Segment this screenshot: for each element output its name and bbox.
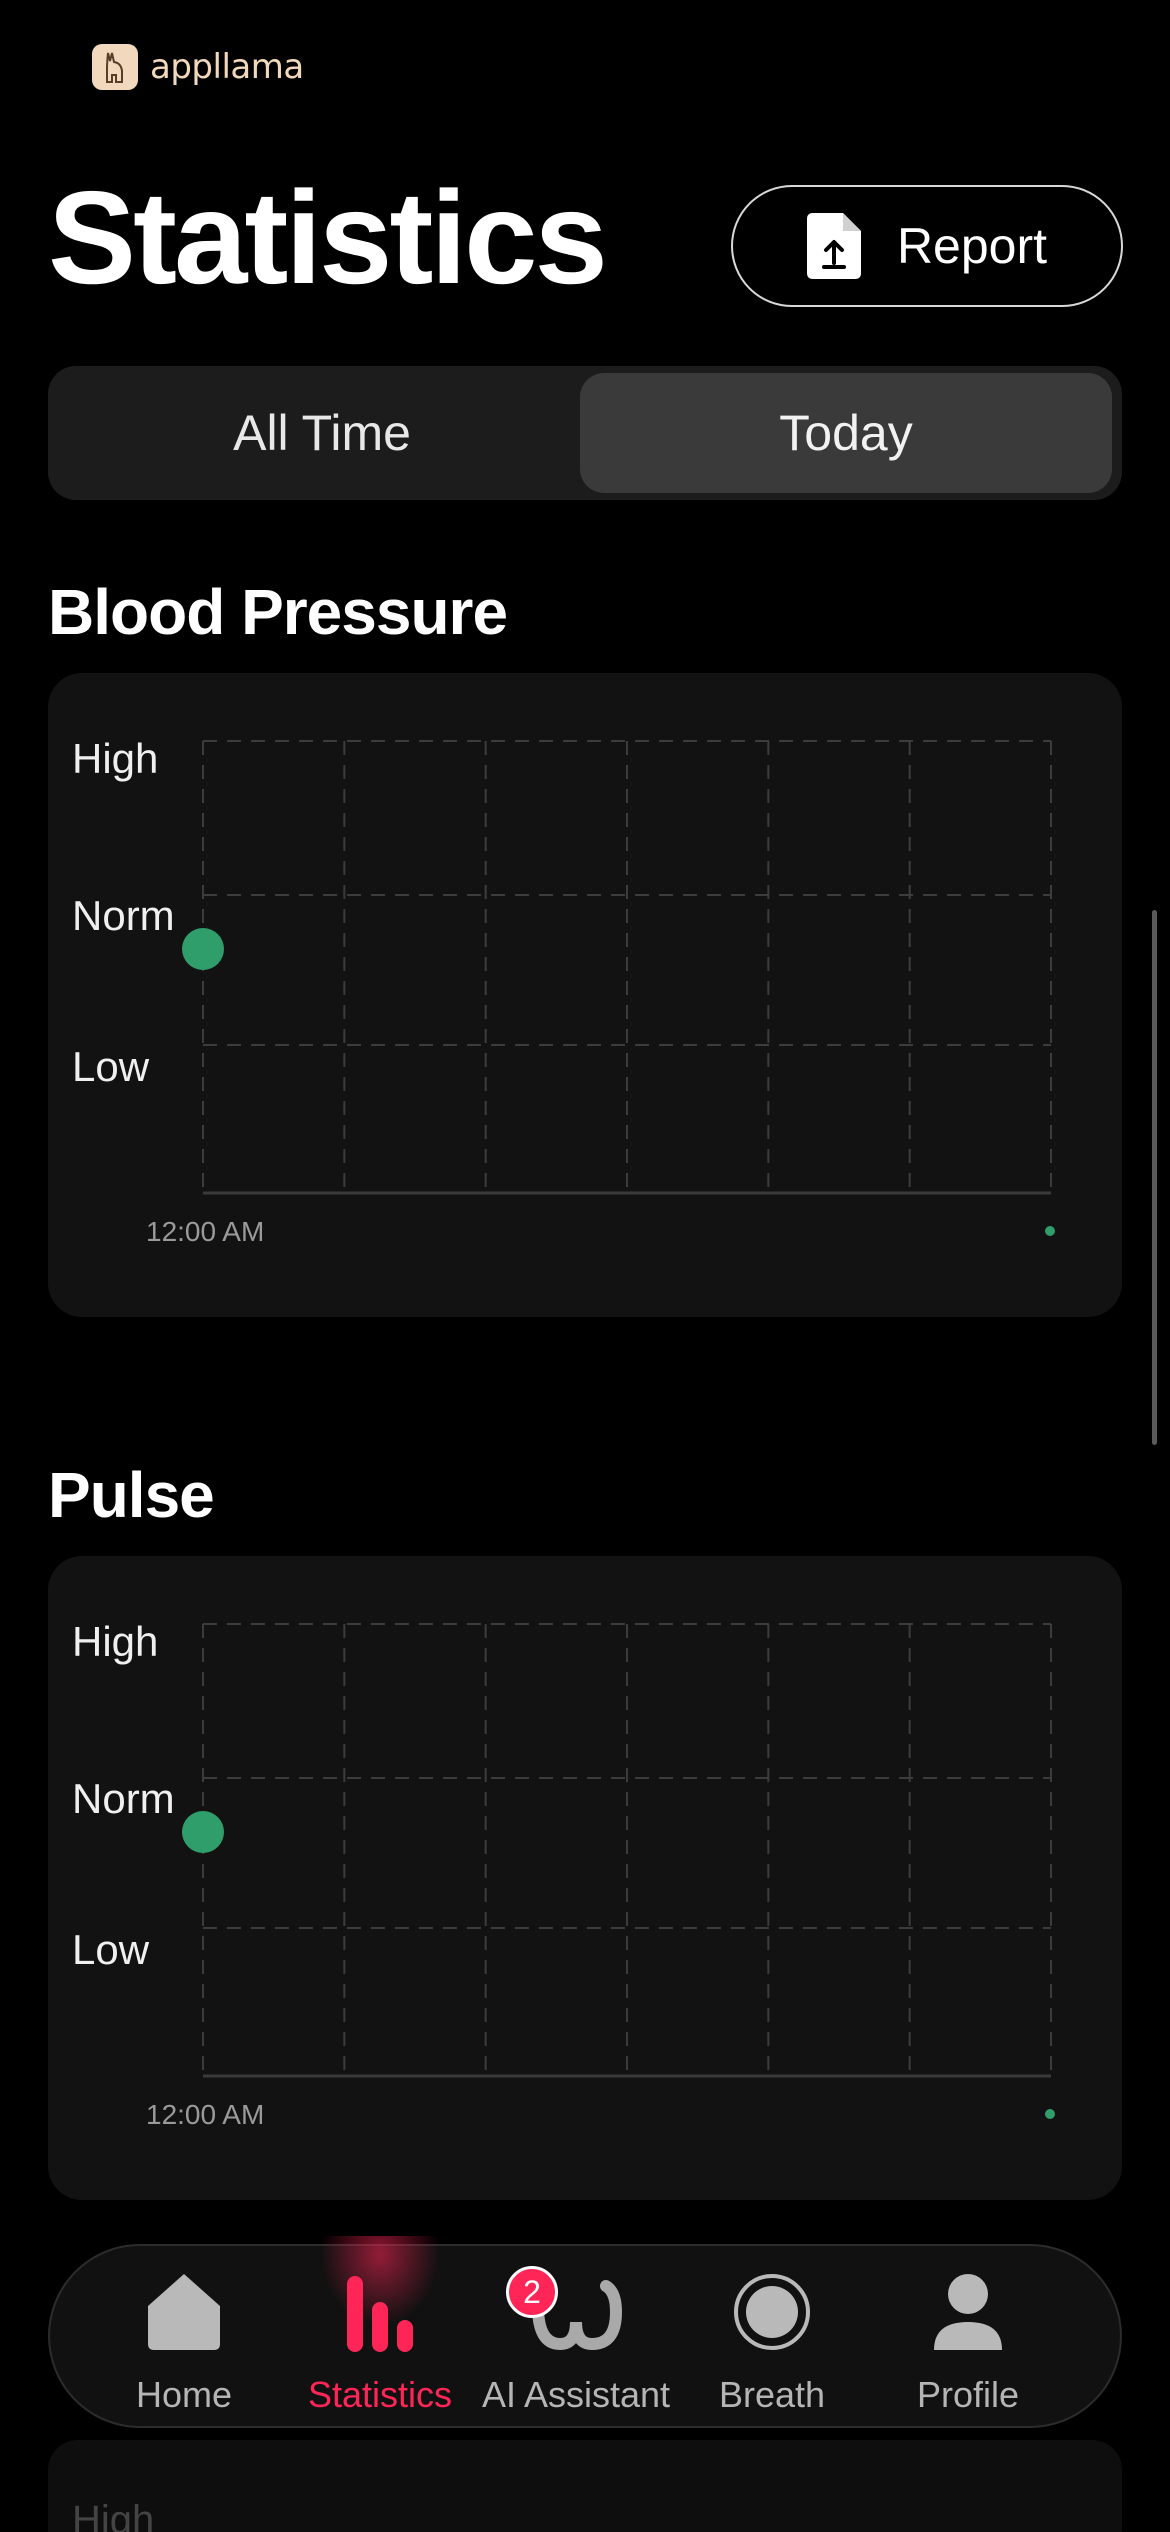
llama-logo-icon bbox=[92, 44, 138, 90]
time-range-segmented-control: All Time Today bbox=[48, 366, 1122, 500]
report-label: Report bbox=[896, 218, 1048, 274]
x-label-start: 12:00 AM bbox=[146, 1216, 264, 1247]
file-upload-icon bbox=[806, 213, 861, 279]
blood-pressure-chart-card: High Norm Low 12:00 AM bbox=[48, 673, 1122, 1317]
page-title: Statistics bbox=[48, 164, 608, 311]
y-label-low: Low bbox=[72, 1043, 150, 1090]
blood-pressure-chart: High Norm Low 12:00 AM bbox=[72, 735, 1055, 1247]
section-title-pulse: Pulse bbox=[48, 1459, 215, 1531]
app-logo: appllama bbox=[92, 44, 304, 90]
ai-assistant-badge: 2 bbox=[506, 2266, 558, 2318]
tab-ai-assistant-label: AI Assistant bbox=[481, 2374, 671, 2415]
tab-home-label: Home bbox=[135, 2374, 233, 2415]
segment-today[interactable]: Today bbox=[580, 373, 1112, 493]
segment-all-time[interactable]: All Time bbox=[56, 373, 588, 493]
tab-statistics[interactable]: Statistics bbox=[282, 2236, 478, 2430]
tab-profile-label: Profile bbox=[916, 2374, 1020, 2415]
tab-ai-assistant[interactable]: 2 AI Assistant bbox=[478, 2246, 674, 2430]
chart-grid bbox=[202, 740, 1052, 1195]
y-label-high: High bbox=[72, 735, 158, 782]
x-label-start: 12:00 AM bbox=[146, 2099, 264, 2130]
current-time-indicator bbox=[1045, 1226, 1055, 1236]
tab-home[interactable]: Home bbox=[86, 2246, 282, 2430]
breath-icon bbox=[734, 2274, 810, 2350]
brand-name: appllama bbox=[150, 47, 304, 87]
current-time-indicator bbox=[1045, 2109, 1055, 2119]
y-label-norm: Norm bbox=[72, 892, 175, 939]
report-button[interactable]: Report bbox=[731, 185, 1123, 307]
pulse-chart-card: High Norm Low 12:00 AM bbox=[48, 1556, 1122, 2200]
next-chart-y-label-high: High bbox=[72, 2498, 155, 2532]
section-title-blood-pressure: Blood Pressure bbox=[48, 576, 508, 648]
bottom-tab-bar: Home Statistics 2 AI Assistant Breath Pr… bbox=[48, 2236, 1122, 2430]
tab-breath-label: Breath bbox=[718, 2374, 826, 2415]
tab-statistics-label: Statistics bbox=[307, 2374, 453, 2415]
tab-profile[interactable]: Profile bbox=[870, 2246, 1066, 2430]
tab-breath[interactable]: Breath bbox=[674, 2246, 870, 2430]
statistics-icon bbox=[347, 2276, 413, 2352]
scrollbar[interactable] bbox=[1152, 910, 1157, 1445]
next-chart-card-peek bbox=[48, 2440, 1122, 2532]
y-label-high: High bbox=[72, 1618, 158, 1665]
y-label-low: Low bbox=[72, 1926, 150, 1973]
chart-grid bbox=[202, 1623, 1052, 2078]
data-point[interactable] bbox=[182, 1811, 224, 1853]
data-point[interactable] bbox=[182, 928, 224, 970]
profile-icon bbox=[934, 2274, 1002, 2350]
y-label-norm: Norm bbox=[72, 1775, 175, 1822]
pulse-chart: High Norm Low 12:00 AM bbox=[72, 1618, 1055, 2130]
home-icon bbox=[148, 2274, 220, 2350]
